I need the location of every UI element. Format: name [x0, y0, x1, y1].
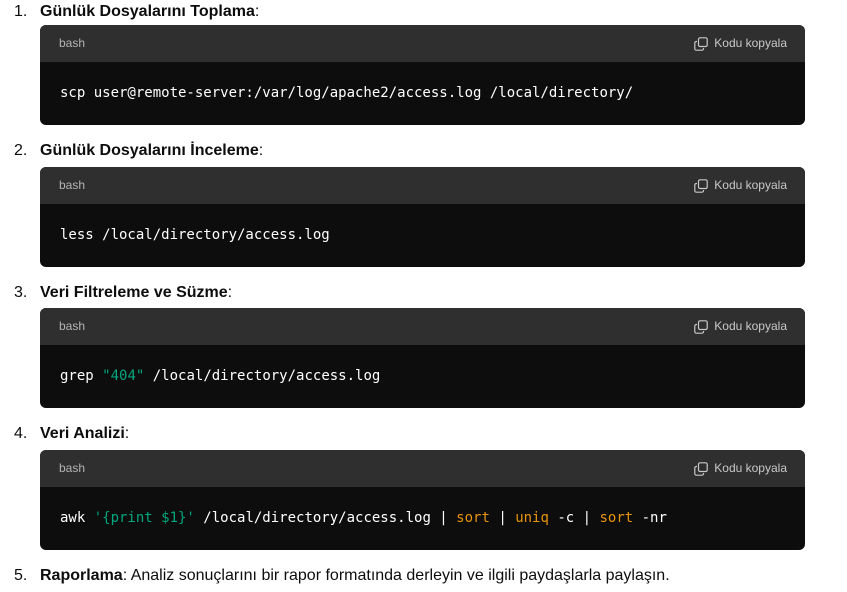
copy-code-label: Kodu kopyala — [714, 178, 787, 192]
step-heading: 3. Veri Filtreleme ve Süzme: — [14, 281, 232, 305]
code-token-command: sort — [456, 510, 490, 526]
code-language-label: bash — [59, 36, 86, 50]
step-title: Veri Analizi — [40, 425, 125, 442]
step-heading: 2. Günlük Dosyalarını İnceleme: — [14, 139, 263, 163]
code-token: -c | — [548, 510, 600, 526]
copy-icon — [694, 319, 709, 334]
step-number: 4. — [14, 425, 28, 442]
code-block: bash Kodu kopyala less /local/directory/… — [40, 167, 805, 267]
step-heading: 4. Veri Analizi: — [14, 422, 129, 446]
step-number: 3. — [14, 284, 28, 301]
step-title: Günlük Dosyalarını İnceleme — [40, 142, 259, 159]
code-token: less /local/directory/access.log — [60, 227, 330, 243]
code-token: /local/directory/access.log — [144, 368, 381, 384]
code-header: bash Kodu kopyala — [40, 450, 805, 487]
copy-icon — [694, 461, 709, 476]
code-language-label: bash — [59, 319, 86, 333]
code-language-label: bash — [59, 178, 86, 192]
code-token: grep — [60, 368, 103, 384]
copy-code-label: Kodu kopyala — [714, 319, 787, 333]
code-header: bash Kodu kopyala — [40, 167, 805, 204]
code-token-command: sort — [599, 510, 634, 526]
step-title: Raporlama — [40, 567, 123, 584]
copy-code-label: Kodu kopyala — [714, 36, 787, 50]
step-number: 1. — [14, 3, 28, 20]
code-block: bash Kodu kopyala awk '{print $1}' /loca… — [40, 450, 805, 550]
step-heading: 1. Günlük Dosyalarını Toplama: — [14, 0, 259, 24]
step-description: : Analiz sonuçlarını bir rapor formatınd… — [122, 567, 670, 584]
step-number: 2. — [14, 142, 28, 159]
copy-code-button[interactable]: Kodu kopyala — [694, 308, 787, 345]
step-title: Günlük Dosyalarını Toplama — [40, 3, 255, 20]
code-content: grep "404" /local/directory/access.log — [40, 345, 805, 408]
step-title: Veri Filtreleme ve Süzme — [40, 284, 228, 301]
copy-icon — [694, 36, 709, 51]
step-5: 5. Raporlama: Analiz sonuçlarını bir rapo… — [14, 564, 670, 588]
code-content: awk '{print $1}' /local/directory/access… — [40, 487, 805, 550]
code-header: bash Kodu kopyala — [40, 25, 805, 62]
copy-icon — [694, 178, 709, 193]
code-content: scp user@remote-server:/var/log/apache2/… — [40, 62, 805, 125]
code-token: -nr — [633, 510, 667, 526]
step-number: 5. — [14, 567, 28, 584]
code-token: scp user@remote-server:/var/log/apache2/… — [60, 85, 634, 101]
code-language-label: bash — [59, 461, 86, 475]
code-token: awk — [60, 510, 94, 526]
code-token-command: uniq — [515, 510, 549, 526]
code-token-string: "404" — [102, 368, 145, 384]
code-token: /local/directory/access.log | — [194, 510, 457, 526]
step-title-suffix: : — [254, 3, 260, 20]
code-token: | — [489, 510, 516, 526]
step-title-suffix: : — [227, 284, 233, 301]
step-title-suffix: : — [258, 142, 264, 159]
step-title-suffix: : — [124, 425, 130, 442]
code-header: bash Kodu kopyala — [40, 308, 805, 345]
code-block: bash Kodu kopyala grep "404" /local/dire… — [40, 308, 805, 408]
copy-code-label: Kodu kopyala — [714, 461, 787, 475]
copy-code-button[interactable]: Kodu kopyala — [694, 167, 787, 204]
code-token-string: '{print $1}' — [93, 510, 195, 526]
code-content: less /local/directory/access.log — [40, 204, 805, 267]
copy-code-button[interactable]: Kodu kopyala — [694, 25, 787, 62]
copy-code-button[interactable]: Kodu kopyala — [694, 450, 787, 487]
code-block: bash Kodu kopyala scp user@remote-server… — [40, 25, 805, 125]
